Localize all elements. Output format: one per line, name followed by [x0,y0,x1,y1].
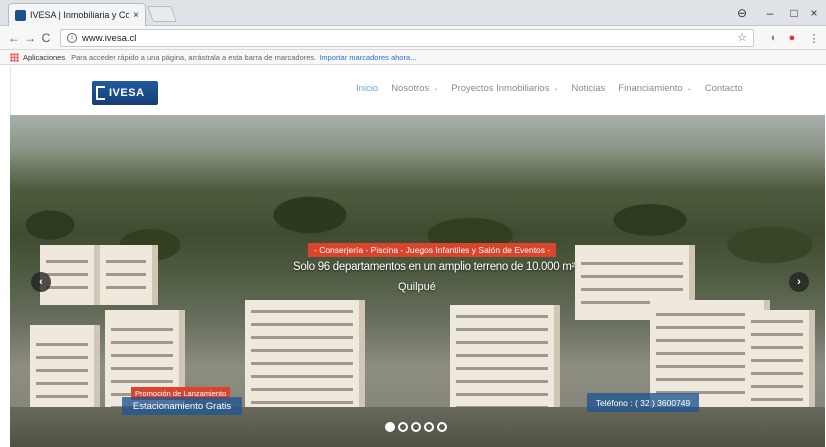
menu-icon[interactable]: ⋮ [806,29,822,47]
bookmarks-bar: Aplicaciones Para acceder rápido a una p… [0,50,826,65]
amenities-banner: - Conserjería - Piscina - Juegos Infanti… [308,243,557,257]
ivesa-logo[interactable]: IVESA [92,81,158,105]
apps-label[interactable]: Aplicaciones [23,53,65,62]
parking-banner: Estacionamiento Gratis [122,397,242,415]
hero-slider: - Conserjería - Piscina - Juegos Infanti… [10,115,825,447]
building-image [100,245,158,305]
slider-prev-button[interactable]: ‹ [31,272,51,292]
nav-item-proyectos-inmobiliarios[interactable]: Proyectos Inmobiliarios ⌄ [451,83,558,94]
nav-item-inicio[interactable]: Inicio [356,83,378,94]
browser-toolbar: ← → C i www.ivesa.cl ☆ ◐ ● ⋮ [0,26,826,50]
reload-button[interactable]: C [38,29,54,47]
nav-item-label: Contacto [704,83,743,94]
phone-banner: Teléfono : ( 32 ) 3600749 [587,393,699,412]
hero-headline: Solo 96 departamentos en un amplio terre… [293,261,576,273]
chevron-down-icon: ⌄ [553,86,559,92]
slider-dots [385,422,450,432]
slider-next-button[interactable]: › [789,272,809,292]
account-icon[interactable]: ⊖ [728,0,756,26]
main-nav: Inicio Nosotros ⌄ Proyectos Inmobiliarios ⌄ N… [356,83,756,94]
tab-title: IVESA | Inmobiliaria y Co [30,10,130,20]
site-info-icon[interactable]: i [67,33,77,43]
site-header: IVESA Inicio Nosotros ⌄ Proyectos Inmobilia… [10,66,825,115]
tab-strip: IVESA | Inmobiliaria y Co × ⊖ – □ × [0,0,826,26]
nav-item-noticias[interactable]: Noticias [571,83,605,94]
logo-mark-icon [96,86,105,100]
slider-dot[interactable] [385,422,395,432]
chevron-down-icon: ⌄ [686,86,692,92]
building-image [245,300,365,420]
apps-icon[interactable] [10,52,19,62]
slider-dot[interactable] [424,422,434,432]
nav-item-nosotros[interactable]: Nosotros ⌄ [391,83,438,94]
extension-icon[interactable]: ◐ [766,29,782,47]
close-window-button[interactable]: × [800,0,826,26]
chevron-down-icon: ⌄ [433,86,439,92]
new-tab-button[interactable] [147,6,177,22]
hero-location: Quilpué [398,281,436,293]
slider-dot[interactable] [398,422,408,432]
back-button[interactable]: ← [6,29,22,47]
address-bar[interactable]: i www.ivesa.cl ☆ [60,29,754,47]
nav-item-label: Inicio [356,83,379,94]
nav-item-label: Nosotros [391,83,430,94]
url-text: www.ivesa.cl [82,32,137,44]
nav-item-financiamiento[interactable]: Financiamiento ⌄ [618,83,691,94]
bookmarks-hint: Para acceder rápido a una página, arrást… [71,52,317,62]
logo-text: IVESA [109,87,145,99]
nav-item-label: Noticias [571,83,606,94]
nav-item-contacto[interactable]: Contacto [705,83,743,94]
slider-dot[interactable] [411,422,421,432]
nav-item-label: Proyectos Inmobiliarios [451,83,550,94]
extension-red-icon[interactable]: ● [784,29,800,47]
site-favicon-icon [15,9,26,21]
browser-tab[interactable]: IVESA | Inmobiliaria y Co × [8,3,146,26]
nav-item-label: Financiamiento [618,83,683,94]
tab-close-icon[interactable]: × [133,10,139,21]
slider-dot[interactable] [437,422,447,432]
bookmark-star-icon[interactable]: ☆ [737,31,747,44]
forward-button[interactable]: → [22,29,38,47]
import-bookmarks-link[interactable]: Importar marcadores ahora... [319,53,416,62]
